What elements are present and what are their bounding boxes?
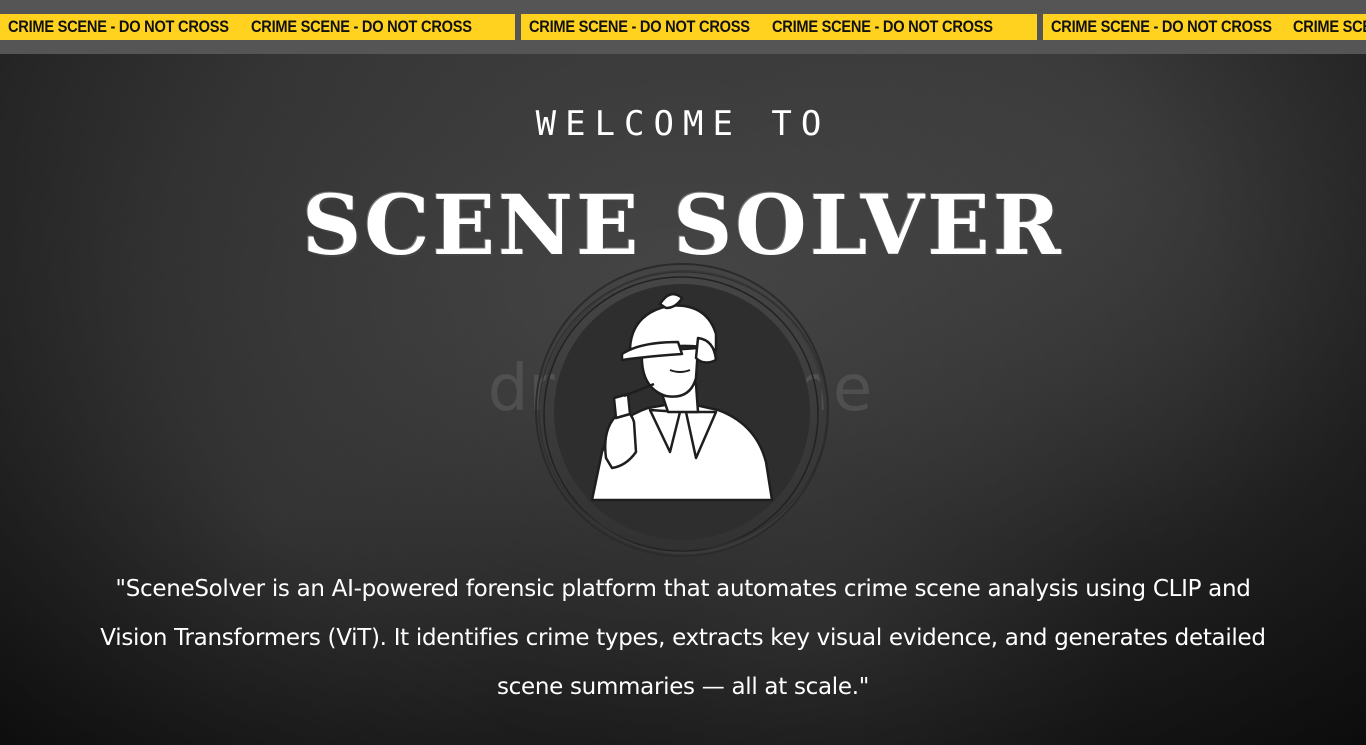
tape-text: CRIME SCENE - DO NOT CROSS <box>529 17 751 36</box>
crime-tape: CRIME SCENE - DO NOT CROSS CRIME SCENE -… <box>0 14 1366 40</box>
tape-text: CRIME SCENE - DO NOT CROSS <box>8 17 229 36</box>
crime-tape-bar: CRIME SCENE - DO NOT CROSS CRIME SCENE -… <box>0 0 1366 54</box>
tape-text: CRIME SCENE - DO NOT CROSS <box>1293 17 1366 36</box>
welcome-heading: WELCOME TO <box>535 104 831 144</box>
tape-segment: CRIME SCENE - DO NOT CROSS CRIME SCENE -… <box>0 14 516 40</box>
tape-text: CRIME SCENE - DO NOT CROSS <box>772 17 993 36</box>
tape-segment: CRIME SCENE - DO NOT CROSS CRIME SCENE -… <box>521 14 1037 40</box>
page-title: SCENE SOLVER <box>302 178 1064 274</box>
tape-text: CRIME SCENE - DO NOT CROSS <box>1050 17 1272 36</box>
detective-icon <box>535 263 829 557</box>
tape-segment: CRIME SCENE - DO NOT CROSS CRIME SCENE -… <box>1042 14 1366 40</box>
tape-text: CRIME SCENE - DO NOT CROSS <box>250 17 472 36</box>
platform-description: "SceneSolver is an AI-powered forensic p… <box>100 576 1266 700</box>
